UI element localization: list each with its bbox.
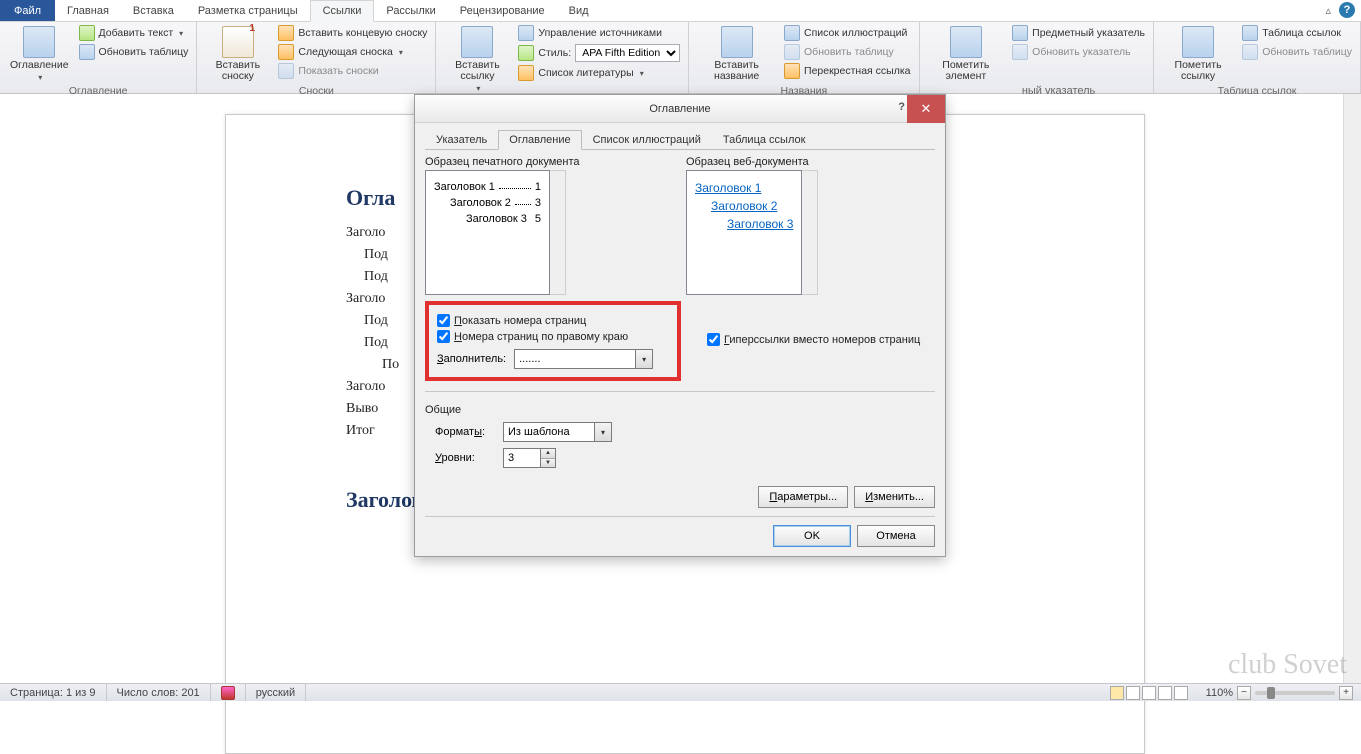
preview-scrollbar[interactable] xyxy=(550,170,566,295)
figure-list-button[interactable]: Список иллюстраций xyxy=(782,24,912,42)
language-indicator[interactable]: русский xyxy=(246,684,306,701)
update-figlist-button[interactable]: Обновить таблицу xyxy=(782,43,912,61)
update-index-button[interactable]: Обновить указатель xyxy=(1010,43,1147,61)
params-button[interactable]: Параметры... xyxy=(758,486,848,508)
dtab-figs[interactable]: Список иллюстраций xyxy=(582,130,712,150)
vertical-scrollbar[interactable] xyxy=(1343,94,1361,683)
highlighted-options: Показать номера страниц Номера страниц п… xyxy=(425,301,681,381)
insert-citation-button[interactable]: Вставить ссылку xyxy=(442,24,512,95)
crossref-button[interactable]: Перекрестная ссылка xyxy=(782,62,912,80)
group-toc: Оглавление Добавить текст Обновить табли… xyxy=(0,22,197,93)
show-page-numbers-checkbox[interactable]: Показать номера страниц xyxy=(437,314,669,327)
insert-endnote-button[interactable]: Вставить концевую сноску xyxy=(276,24,429,42)
tab-leader-label: Заполнитель: xyxy=(437,353,506,365)
formats-label: Форматы: xyxy=(435,426,495,438)
view-draft-icon[interactable] xyxy=(1174,686,1188,700)
update-toc-button[interactable]: Обновить таблицу xyxy=(77,43,191,61)
insert-footnote-button[interactable]: 1Вставить сноску xyxy=(203,24,272,84)
dialog-tabs: Указатель Оглавление Список иллюстраций … xyxy=(425,129,935,150)
group-index: Пометить элемент Предметный указатель Об… xyxy=(920,22,1154,93)
view-read-icon[interactable] xyxy=(1126,686,1140,700)
zoom-slider[interactable] xyxy=(1255,691,1335,695)
print-preview: Заголовок 1 1Заголовок 2 3Заголовок 3 5 xyxy=(425,170,550,295)
minimize-ribbon-icon[interactable]: ▵ xyxy=(1325,4,1331,17)
file-tab[interactable]: Файл xyxy=(0,0,55,21)
tab-insert[interactable]: Вставка xyxy=(121,0,186,21)
hyperlinks-checkbox[interactable]: Гиперссылки вместо номеров страниц xyxy=(707,333,920,346)
ok-button[interactable]: OK xyxy=(773,525,851,547)
spin-up-icon[interactable]: ▲ xyxy=(541,449,555,459)
zoom-control: 110% − + xyxy=(1198,686,1361,700)
print-preview-label: Образец печатного документа xyxy=(425,156,674,168)
web-preview-label: Образец веб-документа xyxy=(686,156,935,168)
view-print-icon[interactable] xyxy=(1110,686,1124,700)
chevron-down-icon[interactable]: ▾ xyxy=(594,423,611,441)
formats-combo[interactable]: ▾ xyxy=(503,422,612,442)
preview-scrollbar[interactable] xyxy=(802,170,818,295)
word-count[interactable]: Число слов: 201 xyxy=(107,684,211,701)
tabs-bar: Файл Главная Вставка Разметка страницы С… xyxy=(0,0,1361,22)
mark-citation-button[interactable]: Пометить ссылку xyxy=(1160,24,1236,84)
tab-review[interactable]: Рецензирование xyxy=(448,0,557,21)
zoom-value[interactable]: 110% xyxy=(1206,687,1233,699)
view-buttons xyxy=(1100,684,1198,701)
dialog-titlebar: Оглавление ? ✕ xyxy=(415,95,945,123)
dialog-help-icon[interactable]: ? xyxy=(898,101,905,113)
group-captions: Вставить название Список иллюстраций Обн… xyxy=(689,22,919,93)
tab-references[interactable]: Ссылки xyxy=(310,0,375,22)
tab-view[interactable]: Вид xyxy=(557,0,601,21)
close-icon[interactable]: ✕ xyxy=(907,95,945,123)
subject-index-button[interactable]: Предметный указатель xyxy=(1010,24,1147,42)
toc-dialog: Оглавление ? ✕ Указатель Оглавление Спис… xyxy=(414,94,946,557)
view-web-icon[interactable] xyxy=(1142,686,1156,700)
page-indicator[interactable]: Страница: 1 из 9 xyxy=(0,684,107,701)
common-section-label: Общие xyxy=(425,404,935,416)
manage-sources-button[interactable]: Управление источниками xyxy=(516,24,682,42)
spin-down-icon[interactable]: ▼ xyxy=(541,459,555,468)
cancel-button[interactable]: Отмена xyxy=(857,525,935,547)
levels-spinner[interactable]: ▲▼ xyxy=(503,448,556,468)
status-bar: Страница: 1 из 9 Число слов: 201 русский… xyxy=(0,683,1361,701)
ribbon: Оглавление Добавить текст Обновить табли… xyxy=(0,22,1361,94)
tab-leader-combo[interactable]: ▾ xyxy=(514,349,653,369)
web-preview: Заголовок 1Заголовок 2Заголовок 3 xyxy=(686,170,802,295)
tab-mailings[interactable]: Рассылки xyxy=(374,0,447,21)
show-footnotes-button[interactable]: Показать сноски xyxy=(276,62,429,80)
zoom-in-button[interactable]: + xyxy=(1339,686,1353,700)
right-align-checkbox[interactable]: Номера страниц по правому краю xyxy=(437,330,669,343)
tab-home[interactable]: Главная xyxy=(55,0,121,21)
update-toa-button[interactable]: Обновить таблицу xyxy=(1240,43,1354,61)
group-toa: Пометить ссылку Таблица ссылок Обновить … xyxy=(1154,22,1361,93)
style-row: Стиль: APA Fifth Edition xyxy=(516,43,682,63)
chevron-down-icon[interactable]: ▾ xyxy=(635,350,652,368)
zoom-out-button[interactable]: − xyxy=(1237,686,1251,700)
dialog-title: Оглавление xyxy=(649,103,710,115)
mark-entry-button[interactable]: Пометить элемент xyxy=(926,24,1007,84)
add-text-button[interactable]: Добавить текст xyxy=(77,24,191,42)
modify-button[interactable]: Изменить... xyxy=(854,486,935,508)
tab-layout[interactable]: Разметка страницы xyxy=(186,0,310,21)
toc-button[interactable]: Оглавление xyxy=(6,24,73,84)
view-outline-icon[interactable] xyxy=(1158,686,1172,700)
insert-caption-button[interactable]: Вставить название xyxy=(695,24,778,84)
dtab-pointer[interactable]: Указатель xyxy=(425,130,498,150)
help-icon[interactable]: ? xyxy=(1339,2,1355,18)
group-footnotes: 1Вставить сноску Вставить концевую сноск… xyxy=(197,22,436,93)
group-citations: Вставить ссылку Управление источниками С… xyxy=(436,22,689,93)
dtab-auth[interactable]: Таблица ссылок xyxy=(712,130,817,150)
authorities-table-button[interactable]: Таблица ссылок xyxy=(1240,24,1354,42)
dtab-toc[interactable]: Оглавление xyxy=(498,130,581,150)
bibliography-button[interactable]: Список литературы xyxy=(516,64,682,82)
proofing-icon[interactable] xyxy=(211,684,246,701)
style-select[interactable]: APA Fifth Edition xyxy=(575,44,680,62)
next-footnote-button[interactable]: Следующая сноска xyxy=(276,43,429,61)
levels-label: Уровни: xyxy=(435,452,495,464)
